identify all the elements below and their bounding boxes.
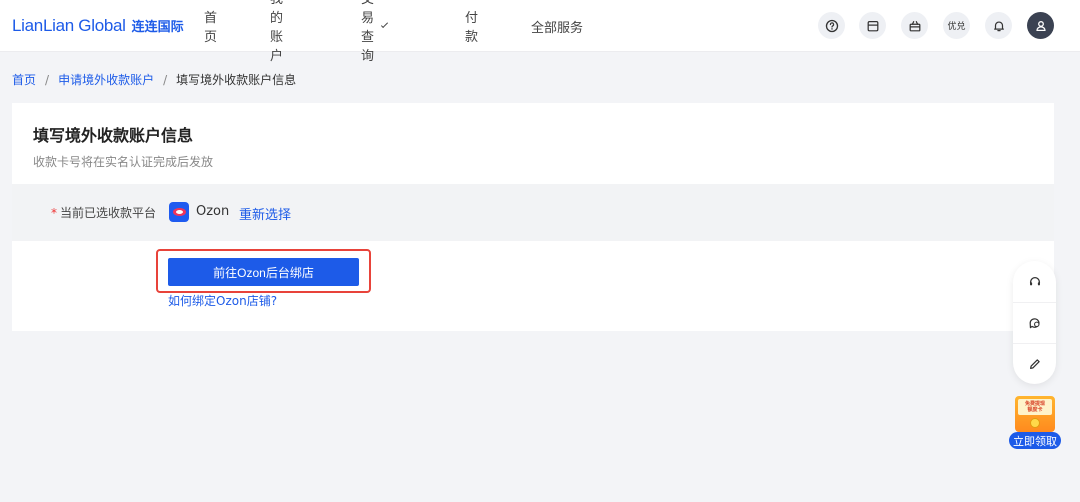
platform-selection-row: * 当前已选收款平台 Ozon 重新选择 bbox=[12, 184, 1054, 241]
coin-icon bbox=[1030, 418, 1040, 428]
platform-label-text: 当前已选收款平台 bbox=[60, 206, 157, 220]
platform-name: Ozon bbox=[196, 204, 230, 219]
nav-transactions[interactable]: 交易查询 bbox=[361, 0, 389, 64]
platform-label: * 当前已选收款平台 bbox=[51, 204, 156, 221]
brand-name-cn: 连连国际 bbox=[131, 20, 184, 35]
page-title: 填写境外收款账户信息 bbox=[33, 126, 194, 145]
pencil-icon[interactable] bbox=[1013, 343, 1056, 384]
chat-icon[interactable] bbox=[1013, 302, 1056, 343]
top-nav-bar: LianLian Global 连连国际 首页 我的账户 交易查询 付款 全部服… bbox=[0, 0, 1080, 64]
breadcrumb-current: 填写境外收款账户信息 bbox=[176, 73, 297, 87]
account-info-card: 填写境外收款账户信息 收款卡号将在实名认证完成后发放 * 当前已选收款平台 Ozo… bbox=[12, 103, 1054, 331]
promo-widget[interactable]: 免费提现 额度卡 立即领取 bbox=[1009, 396, 1061, 450]
coupon-label: 优兑 bbox=[947, 22, 966, 32]
nav-payment[interactable]: 付款 bbox=[465, 7, 478, 45]
breadcrumb-separator: / bbox=[163, 72, 168, 87]
breadcrumb-apply[interactable]: 申请境外收款账户 bbox=[58, 71, 154, 88]
promo-line2: 额度卡 bbox=[1027, 407, 1043, 413]
nav-all-services[interactable]: 全部服务 bbox=[531, 17, 583, 36]
ozon-logo-icon bbox=[169, 202, 189, 222]
breadcrumb: 首页 / 申请境外收款账户 / 填写境外收款账户信息 bbox=[12, 71, 296, 88]
promo-card-label: 免费提现 额度卡 bbox=[1018, 399, 1052, 415]
bind-ozon-store-button[interactable]: 前往Ozon后台绑店 bbox=[168, 258, 359, 286]
breadcrumb-separator: / bbox=[45, 72, 50, 87]
how-to-bind-link[interactable]: 如何绑定Ozon店铺? bbox=[168, 292, 277, 309]
page-subtitle: 收款卡号将在实名认证完成后发放 bbox=[33, 155, 214, 169]
bell-icon[interactable] bbox=[985, 12, 1012, 39]
breadcrumb-home[interactable]: 首页 bbox=[12, 71, 36, 88]
headset-icon[interactable] bbox=[1013, 261, 1056, 302]
reselect-link[interactable]: 重新选择 bbox=[239, 204, 291, 223]
gift-icon[interactable] bbox=[901, 12, 928, 39]
promo-cta-button[interactable]: 立即领取 bbox=[1009, 432, 1061, 449]
help-icon[interactable] bbox=[818, 12, 845, 39]
brand-name-en: LianLian Global bbox=[12, 16, 126, 35]
floating-toolbar bbox=[1013, 261, 1056, 384]
brand-logo[interactable]: LianLian Global 连连国际 bbox=[12, 16, 184, 36]
chevron-down-icon bbox=[381, 20, 389, 28]
calendar-icon[interactable] bbox=[859, 12, 886, 39]
user-avatar-icon[interactable] bbox=[1027, 12, 1054, 39]
nav-my-account[interactable]: 我的账户 bbox=[270, 0, 283, 64]
coupon-button[interactable]: 优兑 bbox=[943, 12, 970, 39]
required-mark: * bbox=[51, 206, 57, 220]
nav-home[interactable]: 首页 bbox=[204, 7, 217, 45]
nav-transactions-label: 交易查询 bbox=[361, 0, 375, 64]
